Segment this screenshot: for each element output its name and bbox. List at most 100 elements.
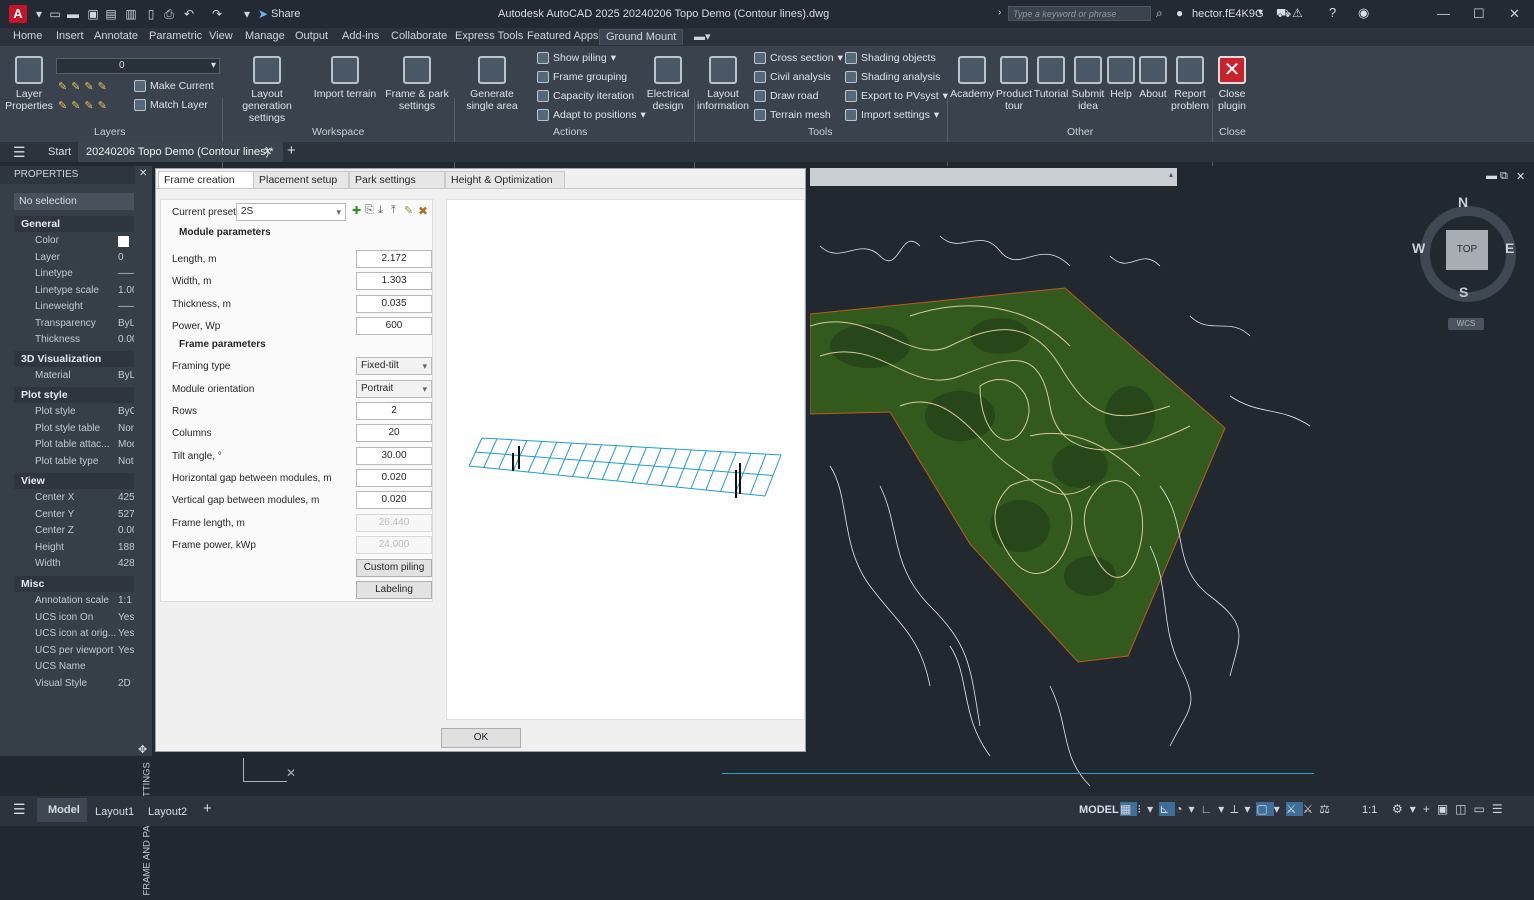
autodesk-app-icon[interactable]: ⚠ [1292,6,1303,20]
viewcube-west[interactable]: W [1412,240,1425,256]
palette-resize-icon[interactable]: ✥ [138,743,147,756]
tab-start[interactable]: Start [48,146,71,158]
make-current-button[interactable]: Make Current [134,80,214,92]
plot-icon[interactable]: ⎙ [162,7,176,21]
download-preset-icon[interactable]: ⤓ [378,204,383,217]
chevron-down-icon[interactable]: ▾ [1218,802,1230,816]
status-toggles[interactable]: ▦⁝▾⊾◔▾∟▾⟂▾▢▾⚔⚔⚖ [1120,802,1336,817]
frame-park-settings-button[interactable]: Frame & park settings [382,56,452,112]
chevron-right-icon[interactable]: › [998,7,1001,18]
frame-param-field[interactable]: 30.00 [356,446,432,465]
open-folder-icon[interactable]: ▬ [66,7,80,21]
close-palette-icon[interactable]: ✕ [139,168,147,179]
frame-grouping-button[interactable]: Frame grouping [537,71,627,83]
autocad-logo[interactable]: A [9,5,27,23]
tab-active-drawing[interactable]: 20240206 Topo Demo (Contour lines)* ✕ [78,142,283,162]
terrain-mesh-button[interactable]: Terrain mesh [754,109,831,121]
shading-analysis-button[interactable]: Shading analysis [845,71,940,83]
prop-value[interactable]: 527 [118,507,134,523]
prop-value[interactable]: 0 [118,250,134,266]
about-button[interactable]: About [1137,56,1169,100]
layer-properties-button[interactable]: Layer Properties [4,56,54,112]
new-file-icon[interactable]: ▭ [48,7,62,21]
new-tab-icon[interactable]: + [287,142,296,159]
help-button[interactable]: Help [1107,56,1135,100]
customize-icon[interactable]: ☰ [1492,802,1510,816]
chevron-down-icon[interactable]: ▾ [1147,802,1159,816]
tab-placement-setup[interactable]: Placement setup [253,171,349,189]
prop-value[interactable]: Yes [118,626,134,642]
viewport-close-icon[interactable]: ✕ [1516,170,1525,183]
prop-value[interactable]: 188 [118,540,134,556]
panel-label-layers[interactable]: Layers [94,126,126,138]
prop-row[interactable]: Layer 0 [14,250,134,266]
status-tools[interactable]: ⚙▾+▣◫▭☰ [1392,802,1510,816]
electrical-design-button[interactable]: Electrical design [646,56,690,112]
ok-button[interactable]: OK [441,728,521,748]
prop-value[interactable]: Yes [118,610,134,626]
viewcube-east[interactable]: E [1505,240,1514,256]
upload-preset-icon[interactable]: ⤒ [391,204,396,217]
chevron-up-icon[interactable]: ▴ [1169,170,1173,179]
drawing-canvas[interactable]: TOP N S E W WCS ▬ ⧉ ✕ [810,166,1534,794]
prop-value[interactable]: ByColor [118,404,134,420]
prop-row[interactable]: Annotation scale 1:1 [14,593,134,609]
chevron-down-icon[interactable]: ▾ [1189,802,1201,816]
prop-row[interactable]: Linetype —— [14,266,134,282]
save-icon[interactable]: ▣ [86,7,100,21]
chevron-down-icon[interactable]: ▾ [1244,802,1256,816]
tutorial-button[interactable]: Tutorial [1033,56,1069,100]
prop-value[interactable]: 428 [118,556,134,572]
prop-row[interactable]: Material ByLayer [14,368,134,384]
delete-preset-icon[interactable]: ✖ [418,204,428,218]
prop-row[interactable]: Thickness 0.00 [14,332,134,348]
minimize-icon[interactable]: — [1437,6,1450,21]
prop-value[interactable]: Model [118,437,134,453]
prop-row[interactable]: UCS per viewport Yes [14,643,134,659]
import-terrain-button[interactable]: Import terrain [312,56,378,100]
user-name[interactable]: hector.fE4K9G [1192,8,1264,20]
layout-generation-settings-button[interactable]: Layout generation settings [226,56,308,124]
academy-button[interactable]: Academy [950,56,994,100]
plus-icon[interactable]: + [1423,802,1437,816]
prop-value[interactable]: 2D Wireframe [118,676,134,692]
workspace-dropdown-icon[interactable]: ▾ [240,7,254,21]
submit-idea-button[interactable]: Submit idea [1070,56,1106,112]
framing-type-select[interactable]: Fixed-tilt [356,357,432,375]
tab-park-settings[interactable]: Park settings [349,171,445,189]
annotation-visibility-icon[interactable]: ⚔ [1285,802,1303,816]
chevron-down-icon[interactable]: ▾ [1410,802,1423,816]
search-icon[interactable]: ⌕ [1156,6,1163,21]
viewport-minimize-icon[interactable]: ▬ [1486,170,1497,182]
tab-height-optimization[interactable]: Height & Optimization [445,171,565,189]
tab-collaborate[interactable]: Collaborate [391,30,447,42]
copy-preset-icon[interactable]: ⎘ [365,204,374,217]
module-param-field[interactable]: 600 [356,316,432,335]
prop-value[interactable]: ByLayer [118,316,134,332]
layer-tools-icons[interactable]: ✎✎✎✎ [58,80,111,93]
prop-value[interactable] [118,236,129,247]
capacity-iteration-button[interactable]: Capacity iteration [537,90,634,102]
preset-select[interactable]: 2S [236,203,346,221]
viewcube-north[interactable]: N [1458,194,1468,210]
user-icon[interactable]: ● [1176,6,1183,20]
prop-row[interactable]: Linetype scale 1.00 [14,283,134,299]
prop-row[interactable]: Visual Style 2D Wireframe [14,676,134,692]
prop-value[interactable]: 0.00 [118,332,134,348]
annotation-scale-value[interactable]: 1:1 [1362,804,1377,816]
layer-tools-icons-2[interactable]: ✎✎✎✎ [58,99,111,112]
prop-row[interactable]: UCS icon at orig... Yes [14,626,134,642]
help-icon[interactable]: ? [1329,5,1336,20]
prop-row[interactable]: UCS Name [14,659,134,675]
tab-ground-mount[interactable]: Ground Mount [599,29,684,45]
tab-layout1[interactable]: Layout1 [95,806,134,818]
viewcube-south[interactable]: S [1459,284,1468,300]
prop-row[interactable]: Plot table attac... Model [14,437,134,453]
cross-section-button[interactable]: Cross section ▾ [754,52,843,64]
cart-icon[interactable]: ⛟ [1276,6,1291,22]
gear-icon[interactable]: ⚙ [1392,802,1410,816]
prop-row[interactable]: Center X 425 [14,490,134,506]
snap-icon[interactable]: ⁝ [1137,802,1147,816]
prop-row[interactable]: UCS icon On Yes [14,610,134,626]
layout-menu-icon[interactable]: ☰ [13,801,26,818]
